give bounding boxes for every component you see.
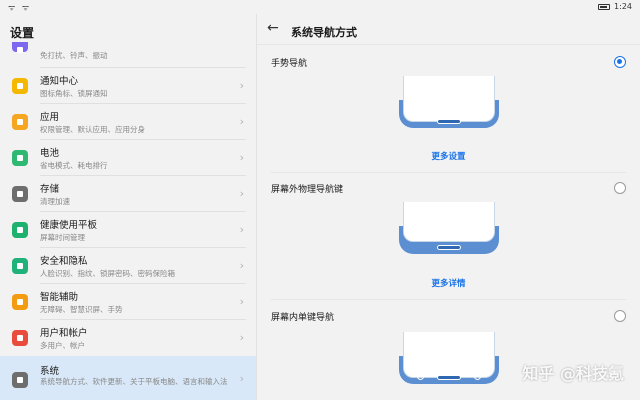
settings-item-subtitle: 屏幕时间管理 (40, 233, 85, 242)
settings-item-subtitle: 多用户、帐户 (40, 341, 85, 350)
nav-bar-icon (437, 375, 461, 380)
settings-list: 免打扰、铃声、振动 通知中心 图标角标、锁屏通知 › 应用 权限管理、默认应用、… (0, 42, 256, 400)
settings-item-security[interactable]: 安全和隐私 人脸识别、指纹、锁屏密码、密码保险箱 › (10, 248, 246, 284)
settings-list-pane: 设置 免打扰、铃声、振动 通知中心 图标角标、锁屏通知 › 应用 权限管理、默认… (0, 14, 256, 400)
settings-item-label: 存储 (40, 184, 60, 195)
chevron-right-icon: › (239, 295, 244, 308)
storage-icon (12, 186, 28, 202)
chevron-right-icon: › (239, 372, 244, 385)
chevron-right-icon: › (239, 151, 244, 164)
settings-item-subtitle: 人脸识别、指纹、锁屏密码、密码保险箱 (40, 269, 175, 278)
physical-nav-illustration (399, 202, 499, 254)
settings-item-notifications[interactable]: 通知中心 图标角标、锁屏通知 › (10, 68, 246, 104)
settings-item-label: 系统 (40, 366, 60, 377)
settings-item-label: 安全和隐私 (40, 256, 88, 267)
chevron-right-icon: › (239, 115, 244, 128)
settings-item-digital-balance[interactable]: 健康使用平板 屏幕时间管理 › (10, 212, 246, 248)
settings-item-label: 智能辅助 (40, 292, 79, 303)
more-settings-link[interactable]: 更多设置 (257, 150, 640, 162)
hourglass-icon (12, 222, 28, 238)
nav-option-label: 屏幕外物理导航键 (271, 185, 344, 195)
bell-icon (12, 78, 28, 94)
signal-wifi-icons: ᯤ ᯤ (8, 3, 32, 12)
status-bar: ᯤ ᯤ 1:24 (0, 0, 640, 14)
settings-item-subtitle: 清理加速 (40, 197, 70, 206)
user-icon (12, 330, 28, 346)
settings-item-subtitle: 权限管理、默认应用、应用分身 (40, 125, 145, 134)
settings-item-label: 用户和帐户 (40, 328, 88, 339)
settings-item-subtitle: 系统导航方式、软件更新、关于平板电脑、语言和输入法 (40, 377, 228, 386)
nav-option-label: 屏幕内单键导航 (271, 313, 335, 323)
settings-item-subtitle: 免打扰、铃声、振动 (40, 51, 108, 60)
chevron-right-icon: › (239, 223, 244, 236)
settings-item-system[interactable]: 系统 系统导航方式、软件更新、关于平板电脑、语言和输入法 › (0, 356, 256, 400)
system-icon (12, 372, 28, 388)
settings-title: 设置 (10, 26, 35, 40)
hand-icon (12, 294, 28, 310)
settings-item-label: 应用 (40, 112, 60, 123)
chevron-right-icon: › (239, 187, 244, 200)
settings-item-sound[interactable]: 免打扰、铃声、振动 (10, 42, 246, 68)
gesture-bar-icon (437, 119, 461, 124)
page-title: 系统导航方式 (291, 26, 357, 39)
battery-icon (598, 3, 611, 10)
settings-item-users[interactable]: 用户和帐户 多用户、帐户 › (10, 320, 246, 356)
watermark: 知乎 @科技氪 (522, 364, 624, 383)
settings-item-subtitle: 图标角标、锁屏通知 (40, 89, 108, 98)
settings-item-apps[interactable]: 应用 权限管理、默认应用、应用分身 › (10, 104, 246, 140)
circle-icon (417, 373, 424, 380)
settings-item-accessibility[interactable]: 智能辅助 无障碍、智慧识屏、手势 › (10, 284, 246, 320)
status-time: 1:24 (614, 2, 632, 11)
more-details-link[interactable]: 更多详情 (257, 277, 640, 289)
radio-single-key[interactable] (614, 310, 626, 322)
nav-option-label: 手势导航 (271, 59, 308, 69)
battery-icon (12, 150, 28, 166)
settings-item-battery[interactable]: 电池 省电模式、耗电排行 › (10, 140, 246, 176)
physical-button-icon (437, 245, 461, 250)
settings-item-storage[interactable]: 存储 清理加速 › (10, 176, 246, 212)
sound-icon (12, 42, 28, 53)
chevron-right-icon: › (239, 331, 244, 344)
settings-item-subtitle: 无障碍、智慧识屏、手势 (40, 305, 123, 314)
settings-item-label: 健康使用平板 (40, 220, 98, 231)
radio-gesture[interactable] (614, 56, 626, 68)
gesture-nav-illustration (399, 76, 499, 128)
circle-icon (474, 373, 481, 380)
settings-item-label: 通知中心 (40, 76, 79, 87)
back-arrow-icon[interactable]: ← (267, 20, 279, 36)
navigation-settings-pane: ← 系统导航方式 手势导航 更多设置 屏幕外物理导航键 更多详情 屏幕内单键导航 (257, 14, 640, 400)
single-key-nav-illustration (399, 332, 499, 384)
chevron-right-icon: › (239, 259, 244, 272)
settings-item-subtitle: 省电模式、耗电排行 (40, 161, 108, 170)
radio-physical[interactable] (614, 182, 626, 194)
shield-icon (12, 258, 28, 274)
apps-icon (12, 114, 28, 130)
chevron-right-icon: › (239, 79, 244, 92)
settings-item-label: 电池 (40, 148, 60, 159)
